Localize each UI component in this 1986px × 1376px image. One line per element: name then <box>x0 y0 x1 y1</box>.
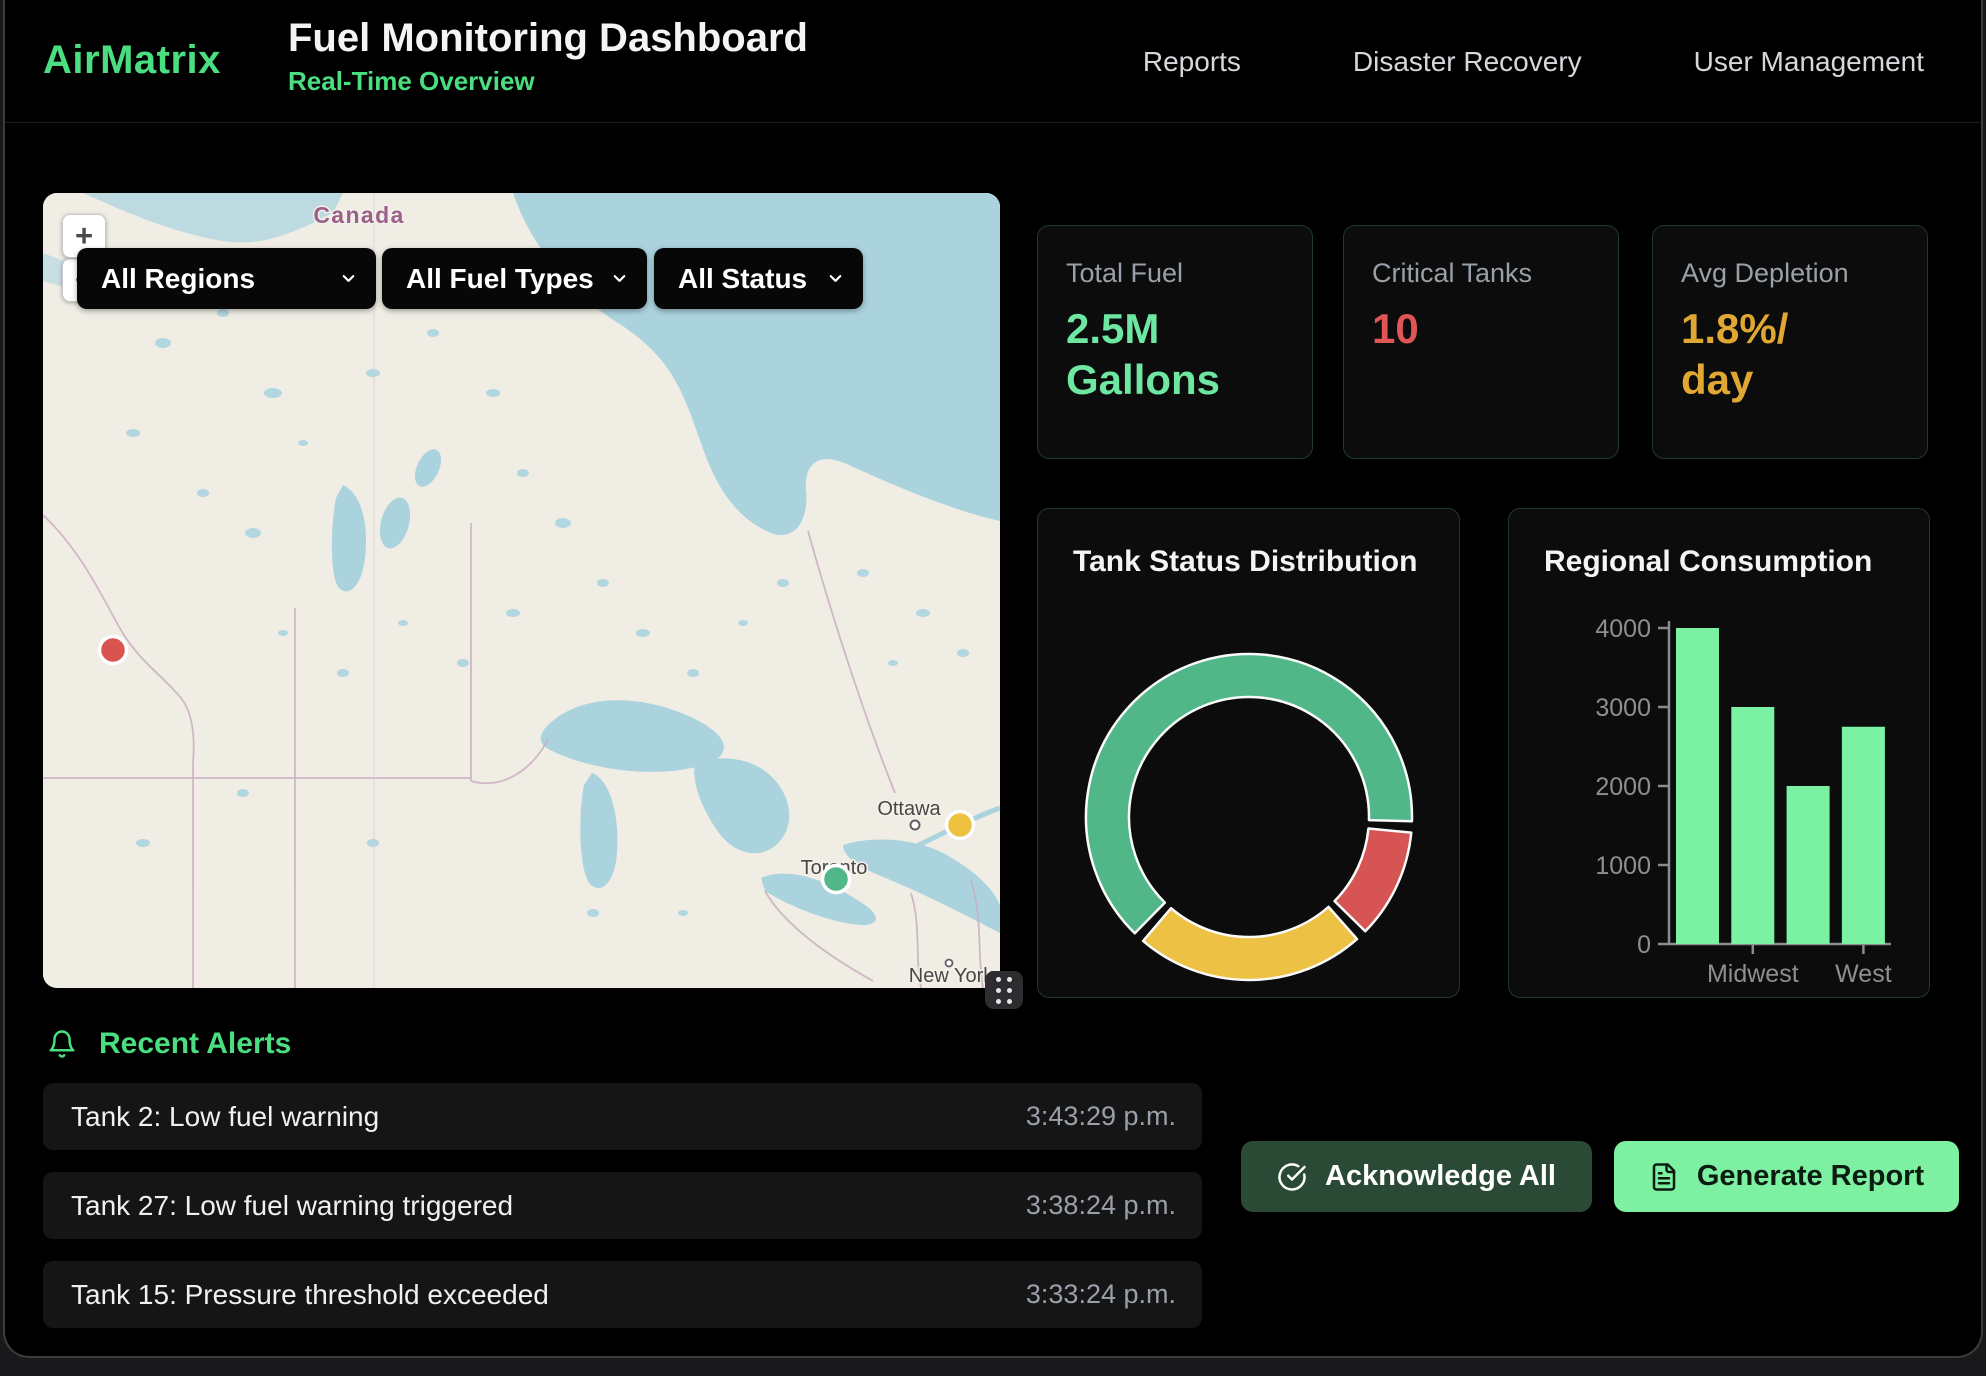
stat-card-avg-depletion: Avg Depletion 1.8%/ day <box>1652 225 1928 459</box>
stat-value: 2.5M Gallons <box>1066 303 1284 405</box>
stat-card-total-fuel: Total Fuel 2.5M Gallons <box>1037 225 1313 459</box>
stat-label: Avg Depletion <box>1681 258 1899 289</box>
y-tick-label: 1000 <box>1595 852 1651 880</box>
alert-time: 3:43:29 p.m. <box>1026 1101 1176 1132</box>
chevron-down-icon <box>610 269 629 288</box>
main-nav: Reports Disaster Recovery User Managemen… <box>1143 0 1924 123</box>
y-tick-label: 2000 <box>1595 773 1651 801</box>
file-text-icon <box>1649 1162 1679 1192</box>
alert-row[interactable]: Tank 15: Pressure threshold exceeded 3:3… <box>43 1261 1202 1328</box>
brand-logo[interactable]: AirMatrix <box>43 38 221 83</box>
acknowledge-all-button[interactable]: Acknowledge All <box>1241 1141 1592 1212</box>
region-filter-select[interactable]: All Regions <box>77 248 376 309</box>
alert-time: 3:33:24 p.m. <box>1026 1279 1176 1310</box>
map-label-new-york: New York <box>909 965 994 987</box>
chevron-down-icon <box>826 269 845 288</box>
alert-time: 3:38:24 p.m. <box>1026 1190 1176 1221</box>
y-tick-label: 0 <box>1637 931 1651 959</box>
map-label-canada: Canada <box>313 202 404 228</box>
fuel-type-filter-value: All Fuel Types <box>406 263 594 295</box>
tank-status-donut[interactable] <box>1081 649 1417 985</box>
page-title: Fuel Monitoring Dashboard <box>288 15 808 61</box>
x-tick-label: West <box>1835 960 1892 988</box>
map-marker-critical[interactable] <box>100 637 127 664</box>
tank-status-card: Tank Status Distribution <box>1037 508 1460 998</box>
donut-segment-warning[interactable] <box>1143 907 1357 980</box>
alert-row[interactable]: Tank 2: Low fuel warning 3:43:29 p.m. <box>43 1083 1202 1150</box>
stat-label: Critical Tanks <box>1372 258 1590 289</box>
map-marker-normal[interactable] <box>823 866 850 893</box>
bell-icon <box>47 1029 77 1059</box>
alert-row[interactable]: Tank 27: Low fuel warning triggered 3:38… <box>43 1172 1202 1239</box>
nav-disaster-recovery[interactable]: Disaster Recovery <box>1353 46 1582 78</box>
stat-label: Total Fuel <box>1066 258 1284 289</box>
top-bar: AirMatrix Fuel Monitoring Dashboard Real… <box>5 0 1981 123</box>
map-resize-handle[interactable] <box>985 971 1023 1009</box>
dashboard-frame: AirMatrix Fuel Monitoring Dashboard Real… <box>3 0 1983 1358</box>
regional-consumption-card: Regional Consumption 01000200030004000Mi… <box>1508 508 1930 998</box>
page-subtitle: Real-Time Overview <box>288 66 808 97</box>
region-filter-value: All Regions <box>101 263 255 295</box>
y-tick-label: 3000 <box>1595 694 1651 722</box>
recent-alerts-title: Recent Alerts <box>99 1027 291 1061</box>
generate-report-label: Generate Report <box>1697 1160 1924 1193</box>
alert-message: Tank 2: Low fuel warning <box>71 1101 379 1133</box>
alert-message: Tank 27: Low fuel warning triggered <box>71 1190 513 1222</box>
title-block: Fuel Monitoring Dashboard Real-Time Over… <box>288 15 808 97</box>
nav-reports[interactable]: Reports <box>1143 46 1241 78</box>
regional-consumption-plot[interactable]: 0 1000 2000 3000 4000 Midwest West <box>1509 509 1930 998</box>
map-canvas[interactable]: Canada Ottawa Toronto New York <box>43 193 1000 988</box>
map-dot-ottawa <box>911 821 920 830</box>
status-filter-select[interactable]: All Status <box>654 248 863 309</box>
stat-value: 10 <box>1372 303 1590 354</box>
acknowledge-all-label: Acknowledge All <box>1325 1160 1556 1193</box>
donut-segment-critical[interactable] <box>1335 829 1412 932</box>
stat-card-critical-tanks: Critical Tanks 10 <box>1343 225 1619 459</box>
recent-alerts-header: Recent Alerts <box>47 1027 291 1061</box>
status-filter-value: All Status <box>678 263 807 295</box>
map-marker-warning[interactable] <box>947 812 974 839</box>
map-label-ottawa: Ottawa <box>877 798 941 820</box>
nav-user-management[interactable]: User Management <box>1694 46 1924 78</box>
bar[interactable] <box>1787 786 1830 944</box>
stat-value: 1.8%/ day <box>1681 303 1899 405</box>
bar[interactable] <box>1731 707 1774 944</box>
donut-chart-title: Tank Status Distribution <box>1073 545 1417 579</box>
fuel-type-filter-select[interactable]: All Fuel Types <box>382 248 647 309</box>
bar[interactable] <box>1842 727 1885 944</box>
chevron-down-icon <box>339 269 358 288</box>
bar[interactable] <box>1676 628 1719 944</box>
y-tick-label: 4000 <box>1595 615 1651 643</box>
check-circle-icon <box>1277 1162 1307 1192</box>
x-tick-label: Midwest <box>1707 960 1799 988</box>
generate-report-button[interactable]: Generate Report <box>1614 1141 1959 1212</box>
map-panel: Canada Ottawa Toronto New York − + All R… <box>43 193 1000 988</box>
alert-message: Tank 15: Pressure threshold exceeded <box>71 1279 549 1311</box>
